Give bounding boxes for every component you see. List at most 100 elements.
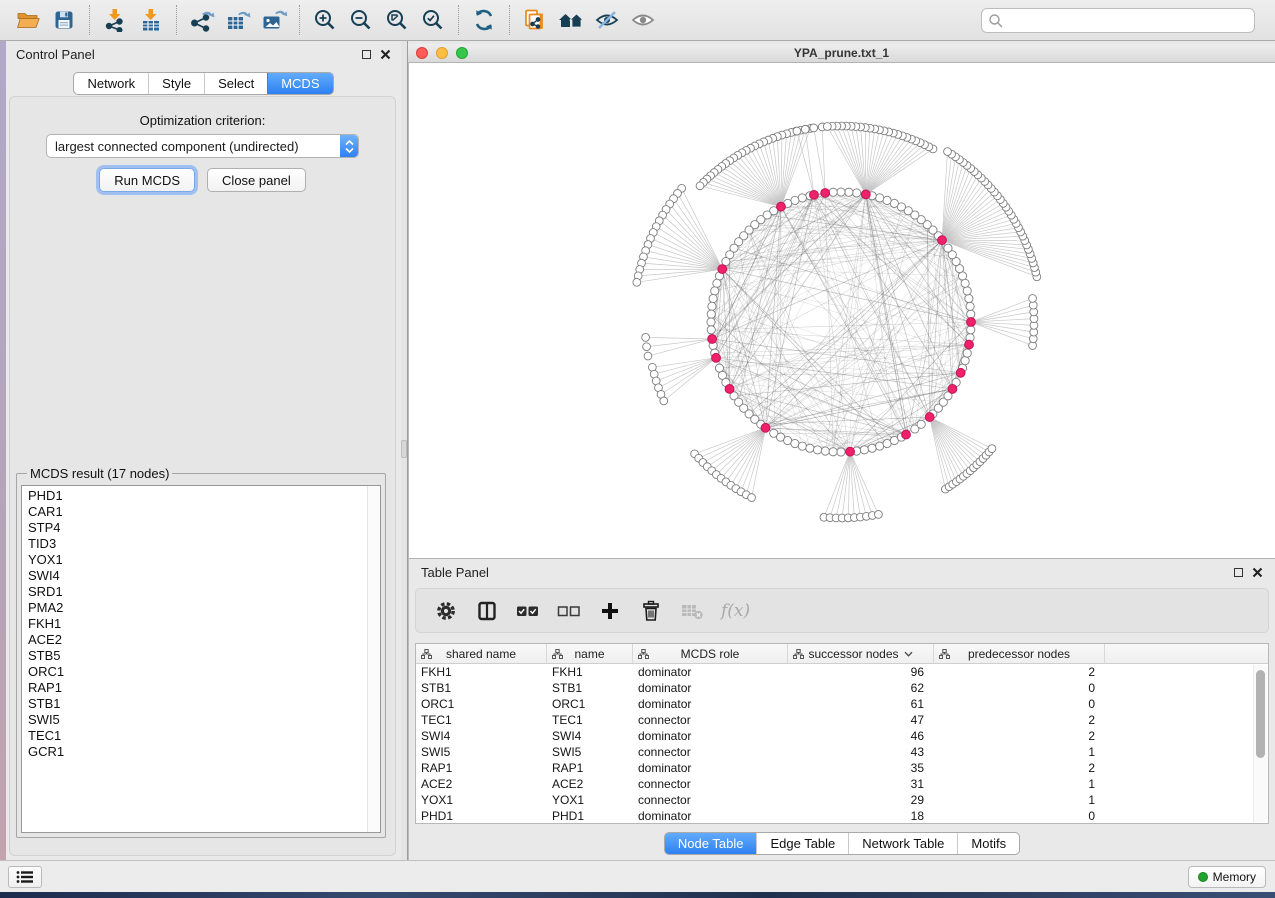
mcds-result-item[interactable]: GCR1 xyxy=(28,744,380,760)
import-network-button[interactable] xyxy=(97,3,133,37)
close-panel-icon[interactable] xyxy=(380,49,391,60)
network-node[interactable] xyxy=(1029,295,1037,303)
tab-motifs[interactable]: Motifs xyxy=(957,833,1019,854)
close-panel-icon[interactable] xyxy=(1252,567,1263,578)
zoom-in-button[interactable] xyxy=(307,3,343,37)
tab-mcds[interactable]: MCDS xyxy=(267,73,332,94)
column-header-successor-nodes[interactable]: successor nodes xyxy=(788,644,934,663)
dominator-node[interactable] xyxy=(861,190,870,199)
network-node[interactable] xyxy=(966,302,974,310)
float-panel-icon[interactable] xyxy=(362,50,371,59)
dominator-node[interactable] xyxy=(938,236,947,245)
column-header-predecessor-nodes[interactable]: predecessor nodes xyxy=(934,644,1105,663)
network-node[interactable] xyxy=(821,447,829,455)
network-node[interactable] xyxy=(707,318,715,326)
mcds-result-item[interactable]: TEC1 xyxy=(28,728,380,744)
network-node[interactable] xyxy=(806,444,814,452)
duplicate-network-button[interactable] xyxy=(517,3,553,37)
table-row[interactable]: ORC1ORC1dominator610 xyxy=(416,696,1268,712)
hide-selected-button[interactable] xyxy=(589,3,625,37)
network-node[interactable] xyxy=(791,439,799,447)
tab-style[interactable]: Style xyxy=(148,73,204,94)
network-node[interactable] xyxy=(944,244,952,252)
dominator-node[interactable] xyxy=(725,385,734,394)
table-row[interactable]: SWI4SWI4dominator462 xyxy=(416,728,1268,744)
network-node[interactable] xyxy=(829,188,837,196)
table-scrollbar[interactable] xyxy=(1253,665,1267,822)
dominator-node[interactable] xyxy=(708,335,717,344)
network-node[interactable] xyxy=(798,442,806,450)
network-node[interactable] xyxy=(709,294,717,302)
network-node[interactable] xyxy=(967,310,975,318)
network-node[interactable] xyxy=(660,397,668,405)
network-node[interactable] xyxy=(837,188,845,196)
dominator-node[interactable] xyxy=(777,202,786,211)
import-table-button[interactable] xyxy=(133,3,169,37)
network-graph[interactable] xyxy=(409,63,1275,558)
network-node[interactable] xyxy=(711,287,719,295)
table-row[interactable]: STB1STB1dominator620 xyxy=(416,680,1268,696)
network-node[interactable] xyxy=(963,349,971,357)
dominator-node[interactable] xyxy=(846,447,855,456)
table-row[interactable]: FKH1FKH1dominator962 xyxy=(416,664,1268,680)
run-mcds-button[interactable]: Run MCDS xyxy=(99,168,195,192)
zoom-fit-button[interactable] xyxy=(379,3,415,37)
mcds-result-item[interactable]: PMA2 xyxy=(28,600,380,616)
network-node[interactable] xyxy=(707,326,715,334)
float-panel-icon[interactable] xyxy=(1234,568,1243,577)
export-table-button[interactable] xyxy=(220,3,256,37)
mcds-result-item[interactable]: RAP1 xyxy=(28,680,380,696)
mcds-list-scrollbar[interactable] xyxy=(367,486,380,832)
network-node[interactable] xyxy=(965,294,973,302)
zoom-out-button[interactable] xyxy=(343,3,379,37)
table-row[interactable]: ACE2ACE2connector311 xyxy=(416,776,1268,792)
network-node[interactable] xyxy=(967,326,975,334)
network-node[interactable] xyxy=(644,352,652,360)
network-node[interactable] xyxy=(798,194,806,202)
dominator-node[interactable] xyxy=(956,368,965,377)
mcds-result-item[interactable]: ORC1 xyxy=(28,664,380,680)
refresh-layout-button[interactable] xyxy=(466,3,502,37)
network-node[interactable] xyxy=(961,357,969,365)
network-window-titlebar[interactable]: YPA_prune.txt_1 xyxy=(408,44,1275,63)
table-row[interactable]: SWI5SWI5connector431 xyxy=(416,744,1268,760)
network-node[interactable] xyxy=(708,302,716,310)
dominator-node[interactable] xyxy=(761,423,770,432)
dominator-node[interactable] xyxy=(821,189,830,198)
network-node[interactable] xyxy=(813,446,821,454)
add-row-icon[interactable] xyxy=(598,599,622,623)
mcds-result-item[interactable]: ACE2 xyxy=(28,632,380,648)
network-node[interactable] xyxy=(837,448,845,456)
panel-list-button[interactable] xyxy=(8,866,42,888)
dominator-node[interactable] xyxy=(712,353,721,362)
dominator-node[interactable] xyxy=(925,413,934,422)
column-header-MCDS-role[interactable]: MCDS role xyxy=(633,644,788,663)
network-node[interactable] xyxy=(944,148,952,156)
network-node[interactable] xyxy=(876,442,884,450)
network-node[interactable] xyxy=(633,278,641,286)
dominator-node[interactable] xyxy=(965,340,974,349)
tab-select[interactable]: Select xyxy=(204,73,267,94)
network-node[interactable] xyxy=(642,333,650,341)
zoom-selected-button[interactable] xyxy=(415,3,451,37)
tab-network-table[interactable]: Network Table xyxy=(848,833,957,854)
network-view-canvas[interactable] xyxy=(408,63,1275,558)
deselect-all-icon[interactable] xyxy=(557,599,581,623)
network-node[interactable] xyxy=(961,279,969,287)
network-node[interactable] xyxy=(793,127,801,135)
mcds-result-item[interactable]: TID3 xyxy=(28,536,380,552)
memory-button[interactable]: Memory xyxy=(1188,866,1266,888)
dominator-node[interactable] xyxy=(902,430,911,439)
open-file-button[interactable] xyxy=(10,3,46,37)
close-panel-button[interactable]: Close panel xyxy=(207,168,306,192)
dominator-node[interactable] xyxy=(948,385,957,394)
network-node[interactable] xyxy=(845,188,853,196)
table-row[interactable]: TEC1TEC1connector472 xyxy=(416,712,1268,728)
splitter-handle[interactable] xyxy=(401,440,407,458)
vertical-splitter[interactable] xyxy=(401,41,408,860)
network-node[interactable] xyxy=(963,287,971,295)
first-neighbors-button[interactable] xyxy=(553,3,589,37)
table-row[interactable]: PHD1PHD1dominator180 xyxy=(416,808,1268,824)
network-node[interactable] xyxy=(853,189,861,197)
mcds-result-item[interactable]: SWI5 xyxy=(28,712,380,728)
